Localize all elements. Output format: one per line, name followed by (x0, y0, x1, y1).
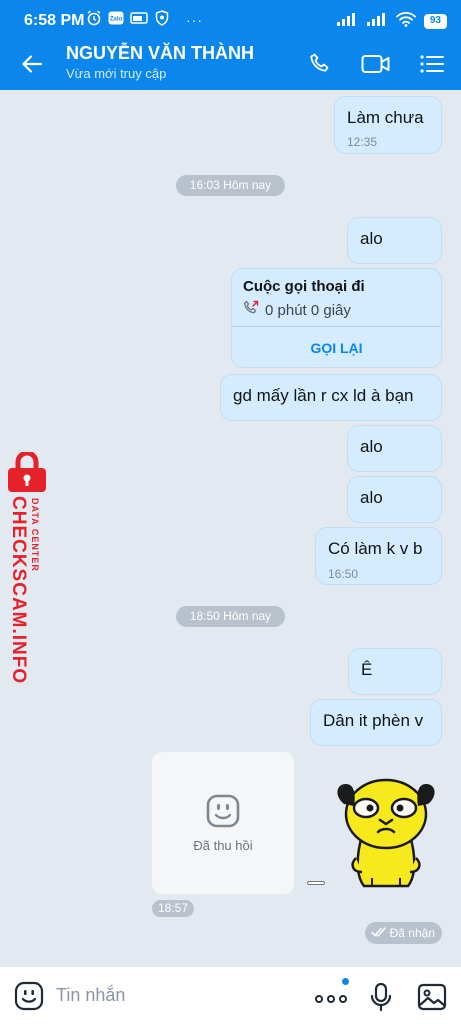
date-separator: 18:50 Hôm nay (176, 606, 285, 627)
message-time: 12:35 (347, 135, 378, 149)
emoji-button[interactable] (14, 981, 44, 1016)
more-icon (315, 995, 347, 1003)
message-text: alo (360, 437, 383, 456)
message-bubble[interactable]: Ê (348, 648, 442, 695)
status-system-icons: 93 (336, 11, 447, 32)
back-button[interactable] (12, 46, 52, 86)
recalled-face-icon (206, 794, 240, 833)
sticker-shadow (307, 881, 325, 885)
message-text: Ê (361, 660, 373, 679)
checkscam-watermark: CHECKSCAM.INFO DATA CENTER (2, 450, 52, 685)
chat-options-button[interactable] (413, 47, 451, 85)
message-text: alo (360, 488, 383, 507)
watermark-tagline: DATA CENTER (30, 498, 40, 572)
contact-name[interactable]: NGUYỄN VĂN THÀNH (66, 43, 254, 64)
battery-icon: 93 (423, 14, 447, 29)
delivery-status: Đã nhận (364, 922, 442, 944)
emoji-icon (14, 981, 44, 1011)
message-text: Làm chưa (347, 108, 424, 127)
message-bubble[interactable]: Dân it phèn v (310, 699, 442, 746)
call-back-button[interactable]: GỌI LẠI (232, 327, 441, 369)
image-icon (417, 983, 447, 1011)
status-bar: 6:58 PM Zalo ··· 93 (0, 0, 461, 40)
voice-call-button[interactable] (301, 47, 339, 85)
image-picker-button[interactable] (417, 983, 447, 1016)
message-input[interactable]: Tin nhắn (56, 985, 125, 1006)
watermark-brand: CHECKSCAM.INFO (8, 496, 29, 685)
recalled-label: Đã thu hồi (193, 838, 253, 853)
message-text: Dân it phèn v (323, 711, 424, 730)
outgoing-call-card[interactable]: Cuộc gọi thoại đi 0 phút 0 giây GỌI LẠI (231, 268, 442, 368)
signal-icon (366, 12, 388, 31)
zalo-icon: Zalo (108, 11, 124, 30)
outgoing-call-icon (243, 300, 259, 320)
signal-icon (336, 12, 358, 31)
video-call-icon (361, 53, 391, 80)
call-duration: 0 phút 0 giây (265, 301, 351, 319)
message-bubble[interactable]: alo (347, 425, 442, 472)
message-text: alo (360, 229, 383, 248)
message-bubble[interactable]: Có làm k v b 16:50 (315, 527, 442, 585)
message-bubble[interactable]: alo (347, 217, 442, 264)
menu-list-icon (419, 53, 445, 80)
message-bubble[interactable]: Làm chưa 12:35 (334, 96, 442, 154)
call-title: Cuộc gọi thoại đi (243, 278, 365, 295)
voice-message-button[interactable] (369, 982, 393, 1017)
message-text: Có làm k v b (328, 539, 423, 558)
recalled-message[interactable]: Đã thu hồi (152, 752, 294, 894)
dog-sticker[interactable] (332, 774, 436, 895)
alarm-icon (86, 10, 102, 31)
message-text: gd mấy lần r cx ld à bạn (233, 386, 414, 405)
delivery-status-text: Đã nhận (389, 926, 435, 940)
chat-area[interactable]: Làm chưa 12:35 16:03 Hôm nay alo Cuộc gọ… (0, 90, 461, 966)
message-time: 16:50 (328, 567, 359, 581)
date-separator: 16:03 Hôm nay (176, 175, 285, 196)
chat-header: NGUYỄN VĂN THÀNH Vừa mới truy cập (0, 40, 461, 90)
contact-status: Vừa mới truy cập (66, 66, 167, 81)
call-info: 0 phút 0 giây (243, 300, 351, 320)
message-time: 18:57 (152, 900, 195, 917)
status-notification-icons: Zalo ··· (86, 9, 203, 31)
message-input-bar: Tin nhắn (0, 966, 461, 1024)
more-notifications-indicator: ··· (186, 12, 203, 28)
video-call-button[interactable] (357, 47, 395, 85)
double-check-icon (370, 922, 387, 944)
back-arrow-icon (20, 52, 44, 81)
svg-text:Zalo: Zalo (110, 16, 123, 22)
new-feature-dot (342, 978, 349, 985)
message-bubble[interactable]: alo (347, 476, 442, 523)
phone-icon (308, 52, 332, 81)
vpn-icon (154, 9, 170, 31)
lock-icon (4, 450, 50, 497)
cast-icon (130, 11, 148, 30)
more-button[interactable] (314, 978, 350, 1011)
mic-icon (370, 982, 392, 1012)
wifi-icon (395, 11, 416, 32)
message-bubble[interactable]: gd mấy lần r cx ld à bạn (220, 374, 442, 421)
status-time: 6:58 PM (24, 12, 85, 29)
